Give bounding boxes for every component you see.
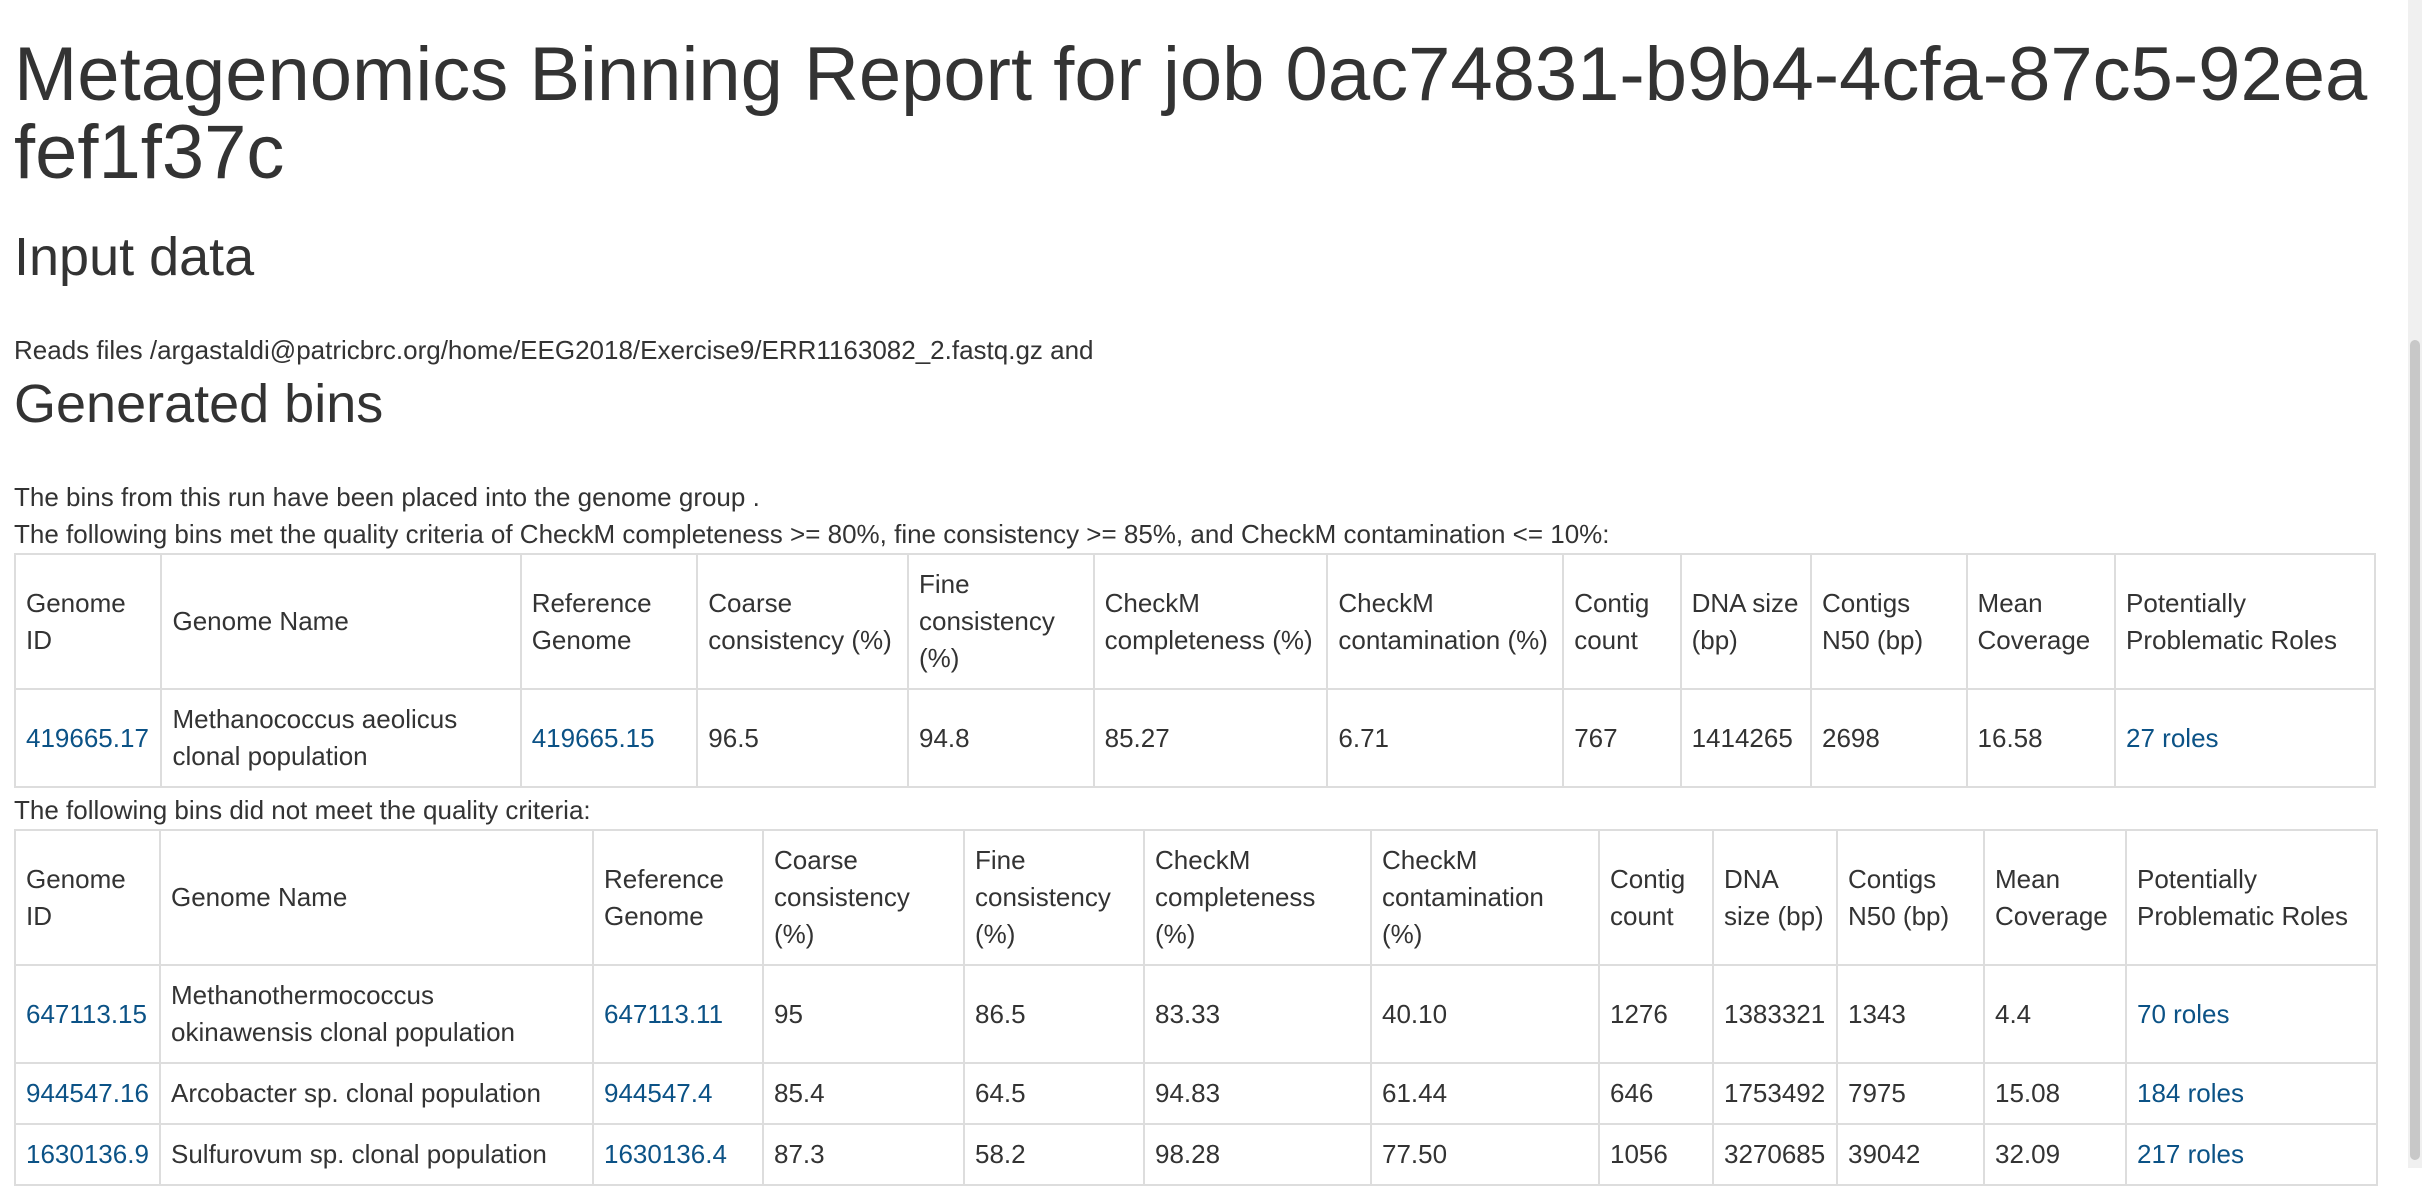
- vertical-scrollbar[interactable]: [2408, 0, 2422, 1168]
- n50-cell: 1343: [1836, 964, 1985, 1064]
- genome-id-link[interactable]: 419665.17: [26, 723, 149, 753]
- contamination-cell: 61.44: [1370, 1062, 1600, 1125]
- coverage-cell: 32.09: [1983, 1123, 2127, 1186]
- col-coarse-consistency: Coarse consistency (%): [696, 553, 909, 690]
- genome-id-link[interactable]: 1630136.9: [26, 1139, 149, 1169]
- n50-cell: 7975: [1836, 1062, 1985, 1125]
- completeness-cell: 85.27: [1092, 688, 1329, 788]
- genome-id-link[interactable]: 647113.15: [26, 999, 147, 1029]
- col-contigs-n50: Contigs N50 (bp): [1836, 829, 1985, 966]
- page-title: Metagenomics Binning Report for job 0ac7…: [14, 32, 2368, 195]
- col-checkm-contamination: CheckM contamination (%): [1326, 553, 1565, 690]
- reference-genome-link[interactable]: 647113.11: [604, 999, 723, 1029]
- col-checkm-completeness: CheckM completeness (%): [1143, 829, 1372, 966]
- problematic-roles-link[interactable]: 27 roles: [2126, 723, 2219, 753]
- genome-group-text: The bins from this run have been placed …: [14, 482, 760, 512]
- table-row: 647113.15 Methanothermococcus okinawensi…: [14, 964, 2378, 1064]
- col-problematic-roles: Potentially Problematic Roles: [2114, 553, 2376, 690]
- completeness-cell: 83.33: [1143, 964, 1372, 1064]
- coarse-cell: 96.5: [696, 688, 909, 788]
- col-genome-id: Genome ID: [13, 553, 163, 690]
- good-bins-table: Genome ID Genome Name Reference Genome C…: [13, 553, 2376, 788]
- coarse-cell: 87.3: [762, 1123, 965, 1186]
- col-fine-consistency: Fine consistency (%): [906, 553, 1095, 690]
- good-table-header-row: Genome ID Genome Name Reference Genome C…: [13, 553, 2376, 690]
- coarse-cell: 95: [762, 964, 965, 1064]
- col-checkm-completeness: CheckM completeness (%): [1092, 553, 1329, 690]
- contamination-cell: 77.50: [1370, 1123, 1600, 1186]
- completeness-cell: 94.83: [1143, 1062, 1372, 1125]
- coarse-cell: 85.4: [762, 1062, 965, 1125]
- genome-name-cell: Methanothermococcus okinawensis clonal p…: [159, 964, 594, 1064]
- n50-cell: 39042: [1836, 1123, 1985, 1186]
- scrollbar-thumb[interactable]: [2410, 340, 2420, 1160]
- genome-id-link[interactable]: 944547.16: [26, 1078, 149, 1108]
- col-mean-coverage: Mean Coverage: [1965, 553, 2117, 690]
- contamination-cell: 40.10: [1370, 964, 1600, 1064]
- col-fine-consistency: Fine consistency (%): [963, 829, 1145, 966]
- genome-name-cell: Sulfurovum sp. clonal population: [159, 1123, 594, 1186]
- col-contig-count: Contig count: [1562, 553, 1682, 690]
- contig-count-cell: 1276: [1598, 964, 1714, 1064]
- bad-table-header-row: Genome ID Genome Name Reference Genome C…: [14, 829, 2378, 966]
- completeness-cell: 98.28: [1143, 1123, 1372, 1186]
- reference-genome-link[interactable]: 1630136.4: [604, 1139, 727, 1169]
- col-dna-size: DNA size (bp): [1679, 553, 1813, 690]
- col-mean-coverage: Mean Coverage: [1983, 829, 2127, 966]
- col-reference-genome: Reference Genome: [592, 829, 764, 966]
- reference-genome-link[interactable]: 419665.15: [532, 723, 655, 753]
- col-problematic-roles: Potentially Problematic Roles: [2125, 829, 2378, 966]
- genome-name-cell: Arcobacter sp. clonal population: [159, 1062, 594, 1125]
- problematic-roles-link[interactable]: 184 roles: [2137, 1078, 2244, 1108]
- dna-size-cell: 3270685: [1712, 1123, 1838, 1186]
- table-row: 1630136.9 Sulfurovum sp. clonal populati…: [14, 1123, 2378, 1186]
- table-row: 944547.16 Arcobacter sp. clonal populati…: [14, 1062, 2378, 1125]
- col-dna-size: DNA size (bp): [1712, 829, 1838, 966]
- col-coarse-consistency: Coarse consistency (%): [762, 829, 965, 966]
- reference-genome-link[interactable]: 944547.4: [604, 1078, 712, 1108]
- good-bins-caption: The following bins met the quality crite…: [14, 519, 1610, 549]
- fine-cell: 64.5: [963, 1062, 1145, 1125]
- fine-cell: 86.5: [963, 964, 1145, 1064]
- dna-size-cell: 1414265: [1679, 688, 1813, 788]
- problematic-roles-link[interactable]: 70 roles: [2137, 999, 2230, 1029]
- contig-count-cell: 646: [1598, 1062, 1714, 1125]
- contig-count-cell: 1056: [1598, 1123, 1714, 1186]
- coverage-cell: 4.4: [1983, 964, 2127, 1064]
- fine-cell: 58.2: [963, 1123, 1145, 1186]
- genome-name-cell: Methanococcus aeolicus clonal population: [160, 688, 522, 788]
- col-genome-name: Genome Name: [159, 829, 594, 966]
- col-checkm-contamination: CheckM contamination (%): [1370, 829, 1600, 966]
- report-page: Metagenomics Binning Report for job 0ac7…: [13, 0, 2378, 1186]
- table-row: 419665.17 Methanococcus aeolicus clonal …: [13, 688, 2376, 788]
- coverage-cell: 15.08: [1983, 1062, 2127, 1125]
- fine-cell: 94.8: [906, 688, 1095, 788]
- col-genome-id: Genome ID: [14, 829, 161, 966]
- col-contigs-n50: Contigs N50 (bp): [1810, 553, 1968, 690]
- bad-bins-table: Genome ID Genome Name Reference Genome C…: [14, 829, 2378, 1186]
- col-reference-genome: Reference Genome: [519, 553, 699, 690]
- dna-size-cell: 1383321: [1712, 964, 1838, 1064]
- contig-count-cell: 767: [1562, 688, 1682, 788]
- col-genome-name: Genome Name: [160, 553, 522, 690]
- n50-cell: 2698: [1810, 688, 1968, 788]
- bad-bins-caption: The following bins did not meet the qual…: [14, 795, 591, 825]
- col-contig-count: Contig count: [1598, 829, 1714, 966]
- generated-bins-heading: Generated bins: [14, 374, 384, 434]
- problematic-roles-link[interactable]: 217 roles: [2137, 1139, 2244, 1169]
- contamination-cell: 6.71: [1326, 688, 1565, 788]
- input-data-heading: Input data: [14, 227, 255, 287]
- dna-size-cell: 1753492: [1712, 1062, 1838, 1125]
- coverage-cell: 16.58: [1965, 688, 2117, 788]
- reads-files-text: Reads files /argastaldi@patricbrc.org/ho…: [14, 335, 1094, 365]
